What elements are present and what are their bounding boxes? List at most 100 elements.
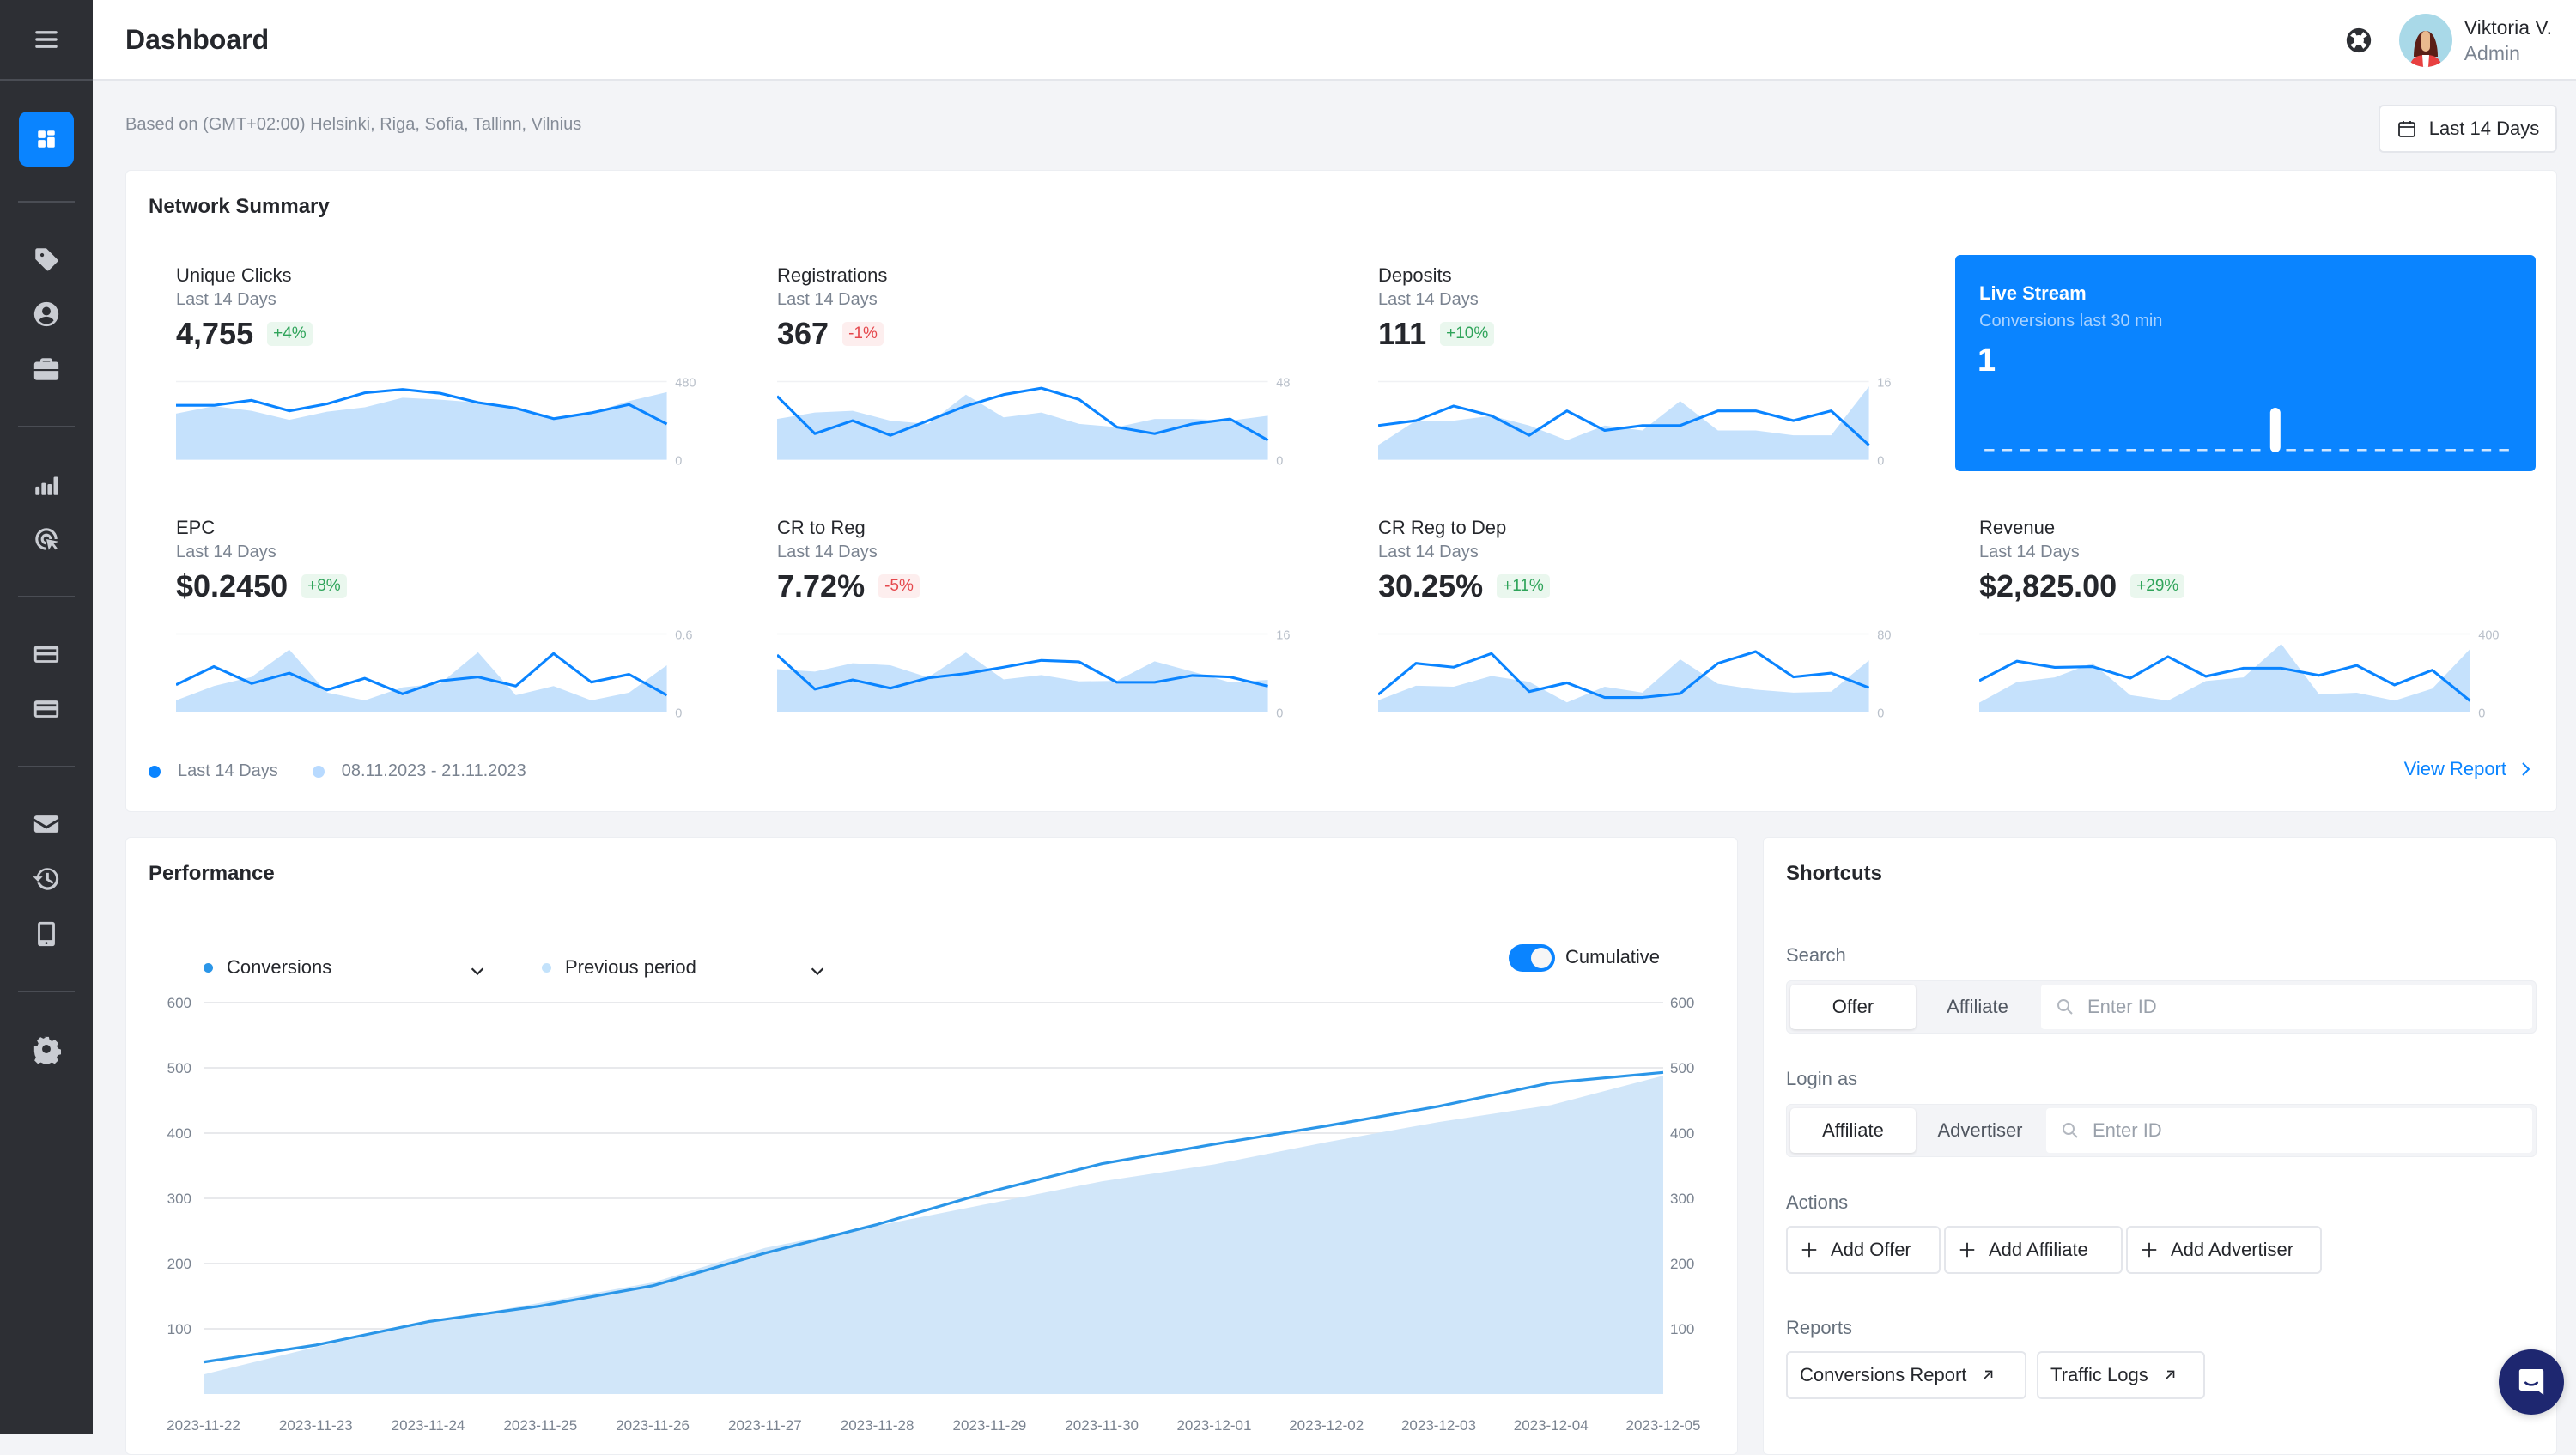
live-stream-bar-empty bbox=[2109, 449, 2118, 452]
click-target-icon bbox=[32, 524, 61, 554]
avatar-illustration-icon bbox=[2399, 14, 2452, 67]
view-report-link[interactable]: View Report bbox=[2404, 758, 2536, 780]
metric-select[interactable]: Conversions bbox=[204, 956, 331, 979]
conversions-dot bbox=[204, 963, 213, 973]
sidebar-item-history[interactable] bbox=[19, 852, 74, 906]
login-option-advertiser[interactable]: Advertiser bbox=[1916, 1108, 2044, 1153]
metric-value: 367 bbox=[777, 315, 829, 353]
live-stream-bar-empty bbox=[2215, 449, 2225, 452]
user-info[interactable]: Viktoria V. Admin bbox=[2464, 15, 2552, 66]
live-stream-bar-empty bbox=[2482, 449, 2491, 452]
sidebar-item-advertisers[interactable] bbox=[19, 342, 74, 397]
sparkline-ymax-label: 16 bbox=[1877, 376, 1891, 390]
change-badge: +4% bbox=[267, 322, 313, 346]
conversions-report-link[interactable]: Conversions Report bbox=[1786, 1351, 2026, 1399]
search-label: Search bbox=[1786, 944, 1846, 967]
cumulative-toggle[interactable] bbox=[1509, 944, 1555, 972]
y-tick-label-right: 300 bbox=[1670, 1191, 1694, 1207]
live-stream-bar-empty bbox=[2251, 449, 2260, 452]
sidebar-item-reports[interactable] bbox=[19, 457, 74, 512]
add-offer-button[interactable]: Add Offer bbox=[1786, 1226, 1941, 1274]
performance-chart: 1001002002003003004004005005006006002023… bbox=[126, 984, 1739, 1430]
live-stream-bar bbox=[2270, 408, 2281, 452]
chat-widget-button[interactable] bbox=[2499, 1349, 2564, 1415]
sidebar-item-settings[interactable] bbox=[19, 1022, 74, 1076]
traffic-logs-label: Traffic Logs bbox=[2050, 1364, 2148, 1386]
sparkline-ymax-label: 80 bbox=[1877, 628, 1891, 642]
sparkline-chart: 160 bbox=[777, 627, 1309, 722]
metric-subtitle: Last 14 Days bbox=[1378, 288, 1919, 312]
external-link-icon bbox=[1980, 1367, 1996, 1383]
sidebar-item-messages[interactable] bbox=[19, 797, 74, 852]
compare-select[interactable]: Previous period bbox=[542, 956, 696, 979]
sidebar-item-tracking[interactable] bbox=[19, 512, 74, 567]
metric-title: EPC bbox=[176, 516, 717, 540]
sidebar-item-mobile[interactable] bbox=[19, 906, 74, 961]
live-stream-panel[interactable]: Live Stream Conversions last 30 min 1 bbox=[1955, 255, 2536, 471]
metric-value: $2,825.00 bbox=[1979, 567, 2117, 605]
change-badge: +11% bbox=[1497, 574, 1550, 598]
login-as-segmented-control: Affiliate Advertiser Enter ID bbox=[1786, 1104, 2537, 1157]
live-stream-bar-empty bbox=[2233, 449, 2242, 452]
sidebar-item-payments[interactable] bbox=[19, 682, 74, 737]
date-range-button[interactable]: Last 14 Days bbox=[2379, 105, 2557, 153]
menu-button[interactable] bbox=[29, 22, 64, 57]
add-advertiser-button[interactable]: Add Advertiser bbox=[2126, 1226, 2322, 1274]
change-badge: -5% bbox=[878, 574, 920, 598]
help-lifebuoy-icon[interactable] bbox=[2344, 26, 2373, 55]
chevron-down-icon[interactable] bbox=[468, 961, 487, 980]
external-link-icon bbox=[2162, 1367, 2178, 1383]
metric-subtitle: Last 14 Days bbox=[777, 288, 1318, 312]
x-tick-label: 2023-12-05 bbox=[1626, 1417, 1701, 1430]
y-tick-label-right: 600 bbox=[1670, 995, 1694, 1011]
sidebar-header bbox=[0, 0, 93, 81]
x-tick-label: 2023-12-03 bbox=[1401, 1417, 1476, 1430]
sidebar-item-offers[interactable] bbox=[19, 232, 74, 287]
conversions-report-label: Conversions Report bbox=[1800, 1364, 1966, 1386]
add-affiliate-button[interactable]: Add Affiliate bbox=[1944, 1226, 2123, 1274]
chevron-down-icon[interactable] bbox=[808, 961, 827, 980]
change-badge: +8% bbox=[301, 574, 347, 598]
sidebar-item-dashboard[interactable] bbox=[19, 112, 74, 167]
change-badge: -1% bbox=[842, 322, 884, 346]
plus-icon bbox=[1958, 1240, 1977, 1259]
summary-legend: Last 14 Days 08.11.2023 - 21.11.2023 bbox=[149, 761, 526, 781]
live-stream-bar-empty bbox=[2126, 449, 2136, 452]
sidebar-item-affiliates[interactable] bbox=[19, 287, 74, 342]
previous-period-dot bbox=[542, 963, 551, 973]
metric-title: Registrations bbox=[777, 264, 1318, 288]
search-id-input[interactable]: Enter ID bbox=[2041, 985, 2532, 1029]
live-stream-bar-empty bbox=[2445, 449, 2455, 452]
sparkline-previous-area bbox=[777, 395, 1268, 460]
login-option-affiliate[interactable]: Affiliate bbox=[1790, 1108, 1916, 1153]
metric-cr-reg-to-dep: CR Reg to Dep Last 14 Days 30.25%+11% 80… bbox=[1378, 516, 1919, 748]
login-as-label: Login as bbox=[1786, 1068, 1857, 1090]
x-tick-label: 2023-11-24 bbox=[392, 1417, 465, 1430]
traffic-logs-link[interactable]: Traffic Logs bbox=[2037, 1351, 2205, 1399]
legend-dot-previous bbox=[313, 766, 325, 778]
x-tick-label: 2023-11-22 bbox=[167, 1417, 240, 1430]
sparkline-ymax-label: 16 bbox=[1276, 628, 1290, 642]
sidebar-item-billing[interactable] bbox=[19, 627, 74, 682]
y-tick-label-left: 400 bbox=[167, 1125, 191, 1142]
metric-value: $0.2450 bbox=[176, 567, 288, 605]
user-role: Admin bbox=[2464, 40, 2552, 66]
x-tick-label: 2023-12-02 bbox=[1289, 1417, 1364, 1430]
live-stream-bar-empty bbox=[2464, 449, 2473, 452]
live-stream-bar-empty bbox=[2179, 449, 2189, 452]
previous-period-area bbox=[204, 1076, 1663, 1394]
search-option-offer[interactable]: Offer bbox=[1790, 985, 1916, 1029]
avatar[interactable] bbox=[2399, 14, 2452, 67]
search-option-affiliate[interactable]: Affiliate bbox=[1916, 985, 2039, 1029]
login-id-input[interactable]: Enter ID bbox=[2046, 1108, 2532, 1153]
add-advertiser-label: Add Advertiser bbox=[2171, 1239, 2293, 1261]
hamburger-icon bbox=[32, 25, 61, 54]
live-stream-bar-empty bbox=[2339, 449, 2348, 452]
sparkline-ymax-label: 480 bbox=[675, 376, 696, 390]
user-name: Viktoria V. bbox=[2464, 15, 2552, 40]
metric-title: CR Reg to Dep bbox=[1378, 516, 1919, 540]
network-summary-title: Network Summary bbox=[149, 195, 330, 219]
dashboard-icon bbox=[35, 128, 58, 150]
date-range-label: Last 14 Days bbox=[2429, 118, 2539, 140]
search-icon bbox=[2060, 1120, 2081, 1141]
